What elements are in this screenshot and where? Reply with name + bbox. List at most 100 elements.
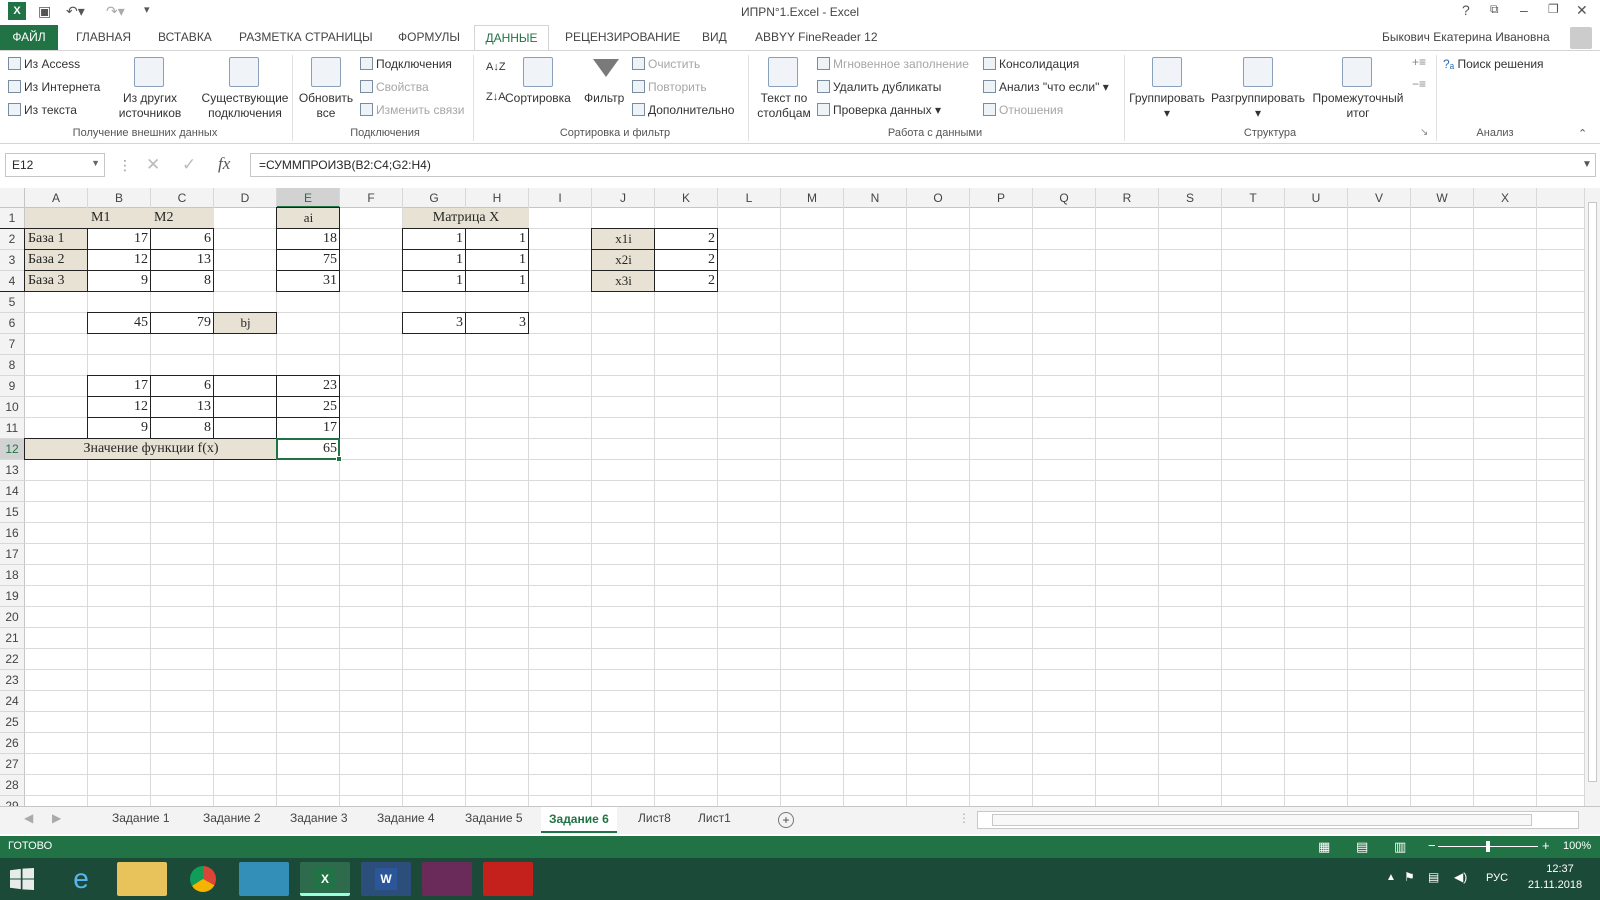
solver-button[interactable]: ?ₐ Поиск решения: [1443, 57, 1544, 71]
column-header-a[interactable]: A: [25, 188, 88, 208]
sheet-tab-4[interactable]: Задание 4: [377, 811, 435, 825]
row-header-14[interactable]: 14: [0, 481, 25, 502]
group-button[interactable]: Группировать ▾: [1127, 91, 1207, 121]
sheet-tab-8[interactable]: Лист1: [698, 811, 731, 825]
close-icon[interactable]: ✕: [1576, 2, 1588, 19]
sort-za-icon[interactable]: Z↓A: [486, 91, 506, 103]
fill-handle[interactable]: [336, 456, 342, 462]
zoom-slider-thumb[interactable]: [1486, 841, 1490, 852]
show-detail-icon[interactable]: +≡: [1412, 55, 1426, 69]
column-header-f[interactable]: F: [340, 188, 403, 208]
existing-connections-button[interactable]: Существующие подключения: [195, 91, 295, 121]
excel-taskbar-icon[interactable]: X: [300, 862, 350, 896]
row-header-10[interactable]: 10: [0, 397, 25, 418]
what-if-button[interactable]: Анализ "что если" ▾: [983, 80, 1109, 94]
properties-button[interactable]: Свойства: [360, 80, 429, 94]
sheet-tab-5[interactable]: Задание 5: [465, 811, 523, 825]
filter-button[interactable]: Фильтр: [584, 91, 624, 105]
column-header-h[interactable]: H: [466, 188, 529, 208]
active-cell-selection[interactable]: [276, 438, 340, 460]
clock-time[interactable]: 12:37: [1530, 863, 1590, 875]
row-header-22[interactable]: 22: [0, 649, 25, 670]
row-header-1[interactable]: 1: [0, 208, 25, 229]
row-header-19[interactable]: 19: [0, 586, 25, 607]
column-header-d[interactable]: D: [214, 188, 277, 208]
avatar[interactable]: [1570, 27, 1592, 49]
cancel-icon[interactable]: ✕: [146, 155, 160, 175]
outline-launcher-icon[interactable]: ↘: [1420, 127, 1428, 138]
chrome-icon[interactable]: [178, 862, 228, 896]
column-header-u[interactable]: U: [1285, 188, 1348, 208]
row-header-5[interactable]: 5: [0, 292, 25, 313]
worksheet-grid[interactable]: ABCDEFGHIJKLMNOPQRSTUVWX 1 2 3 4 5 6 7 8 9 10 11 12…: [0, 188, 1584, 806]
sort-button[interactable]: Сортировка: [505, 91, 571, 105]
zoom-level[interactable]: 100%: [1563, 840, 1591, 852]
row-header-25[interactable]: 25: [0, 712, 25, 733]
hide-detail-icon[interactable]: −≡: [1412, 77, 1426, 91]
sheet-tab-7[interactable]: Лист8: [638, 811, 671, 825]
sheet-tab-3[interactable]: Задание 3: [290, 811, 348, 825]
minimize-icon[interactable]: –: [1520, 2, 1528, 18]
row-header-27[interactable]: 27: [0, 754, 25, 775]
formula-input[interactable]: =СУММПРОИЗВ(B2:C4;G2:H4): [250, 153, 1596, 177]
cell-b1[interactable]: M1: [88, 208, 151, 229]
column-header-g[interactable]: G: [403, 188, 466, 208]
column-header-r[interactable]: R: [1096, 188, 1159, 208]
text-to-columns-button[interactable]: Текст по столбцам: [756, 91, 812, 121]
sheet-tab-1[interactable]: Задание 1: [112, 811, 170, 825]
edit-links-button[interactable]: Изменить связи: [360, 103, 464, 117]
column-header-w[interactable]: W: [1411, 188, 1474, 208]
column-header-t[interactable]: T: [1222, 188, 1285, 208]
from-text-button[interactable]: Из текста: [8, 103, 77, 117]
column-header-v[interactable]: V: [1348, 188, 1411, 208]
column-header-n[interactable]: N: [844, 188, 907, 208]
row-header-13[interactable]: 13: [0, 460, 25, 481]
zoom-in-icon[interactable]: +: [1542, 838, 1550, 853]
tab-abbyy[interactable]: ABBYY FineReader 12: [755, 30, 878, 44]
horizontal-scroll-thumb[interactable]: [992, 814, 1532, 826]
column-header-m[interactable]: M: [781, 188, 844, 208]
prev-sheet-icon[interactable]: ◀: [24, 811, 33, 825]
tab-data[interactable]: ДАННЫЕ: [474, 25, 549, 51]
column-header-o[interactable]: O: [907, 188, 970, 208]
cell-g1[interactable]: Матрица X: [403, 208, 529, 229]
vertical-scroll-thumb[interactable]: [1588, 202, 1597, 782]
advanced-button[interactable]: Дополнительно: [632, 103, 734, 117]
column-header-b[interactable]: B: [88, 188, 151, 208]
select-all-corner[interactable]: [0, 188, 25, 208]
vertical-scrollbar[interactable]: [1584, 188, 1600, 806]
insert-function-icon[interactable]: fx: [218, 154, 230, 174]
column-header-e[interactable]: E: [277, 188, 340, 208]
next-sheet-icon[interactable]: ▶: [52, 811, 61, 825]
tab-view[interactable]: ВИД: [702, 30, 727, 44]
row-header-24[interactable]: 24: [0, 691, 25, 712]
subtotal-button[interactable]: Промежуточный итог: [1308, 91, 1408, 121]
connections-button[interactable]: Подключения: [360, 57, 452, 71]
remove-duplicates-button[interactable]: Удалить дубликаты: [817, 80, 941, 94]
tray-flag-icon[interactable]: ⚑: [1404, 870, 1415, 884]
row-header-7[interactable]: 7: [0, 334, 25, 355]
column-header-s[interactable]: S: [1159, 188, 1222, 208]
file-explorer-icon[interactable]: [117, 862, 167, 896]
normal-view-icon[interactable]: ▦: [1318, 839, 1330, 855]
data-validation-button[interactable]: Проверка данных ▾: [817, 103, 941, 117]
help-icon[interactable]: ?: [1462, 2, 1470, 18]
page-break-view-icon[interactable]: ▥: [1394, 839, 1406, 855]
reapply-button[interactable]: Повторить: [632, 80, 707, 94]
ribbon-display-icon[interactable]: ⧉: [1490, 2, 1499, 17]
zoom-out-icon[interactable]: −: [1428, 838, 1436, 853]
column-header-j[interactable]: J: [592, 188, 655, 208]
relationships-button[interactable]: Отношения: [983, 103, 1063, 117]
row-header-6[interactable]: 6: [0, 313, 25, 334]
network-icon[interactable]: ▤: [1428, 870, 1439, 884]
row-header-9[interactable]: 9: [0, 376, 25, 397]
app-icon[interactable]: [239, 862, 289, 896]
row-header-12[interactable]: 12: [0, 439, 25, 460]
row-header-26[interactable]: 26: [0, 733, 25, 754]
row-header-15[interactable]: 15: [0, 502, 25, 523]
cell-c1[interactable]: M2: [151, 208, 214, 229]
column-header-q[interactable]: Q: [1033, 188, 1096, 208]
collapse-ribbon-icon[interactable]: ⌃: [1578, 127, 1587, 140]
consolidate-button[interactable]: Консолидация: [983, 57, 1079, 71]
row-header-29[interactable]: 29: [0, 796, 25, 806]
